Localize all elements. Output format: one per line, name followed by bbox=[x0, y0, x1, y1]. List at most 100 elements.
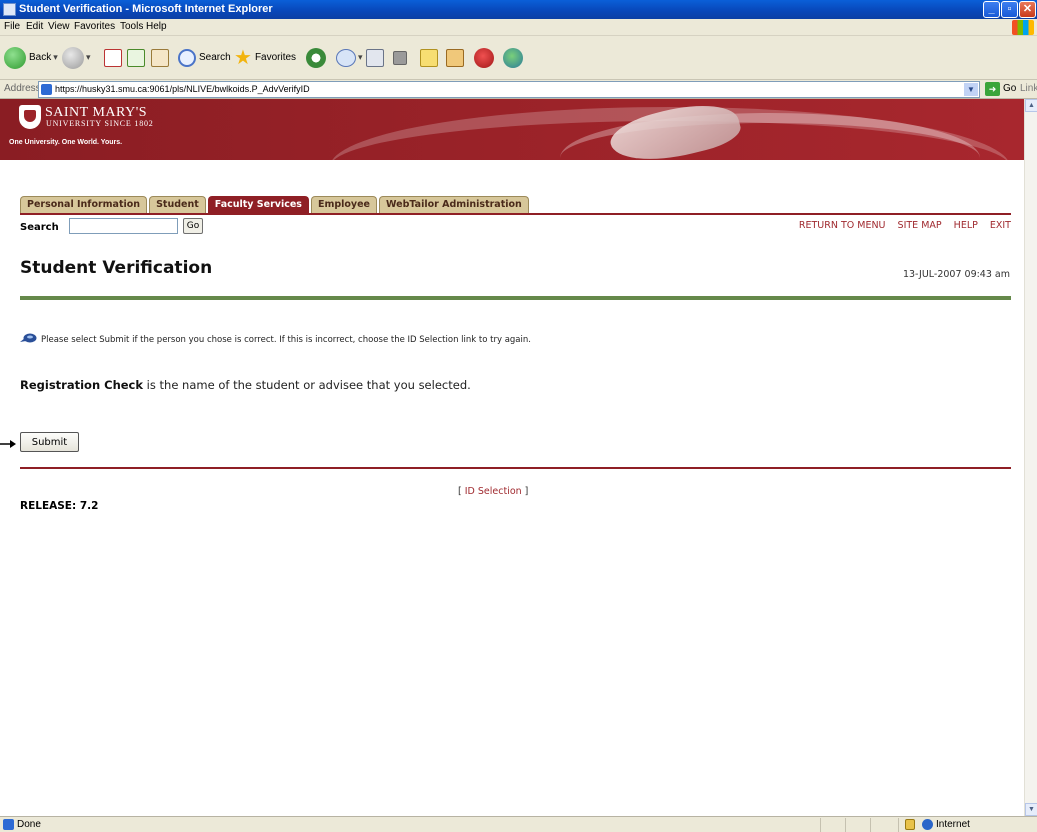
page-title: Student Verification bbox=[20, 258, 213, 278]
bracket-close: ] bbox=[521, 486, 529, 497]
ie-app-icon bbox=[3, 3, 16, 16]
site-map-link[interactable]: SITE MAP bbox=[898, 220, 942, 231]
status-divider bbox=[870, 818, 871, 832]
forward-dropdown-icon[interactable]: ▾ bbox=[86, 52, 91, 63]
tab-employee[interactable]: Employee bbox=[310, 196, 378, 213]
people-button[interactable] bbox=[503, 47, 523, 68]
forward-button[interactable]: ▾ bbox=[62, 46, 91, 69]
selected-student-line: Registration Check is the name of the st… bbox=[20, 378, 471, 392]
address-url[interactable]: https://husky31.smu.ca:9061/pls/NLIVE/bw… bbox=[55, 84, 310, 94]
window-title: Student Verification - Microsoft Interne… bbox=[19, 3, 273, 15]
mail-dropdown-icon[interactable]: ▾ bbox=[358, 52, 363, 63]
selected-student-name: Registration Check bbox=[20, 378, 144, 392]
menu-view[interactable]: View bbox=[48, 21, 70, 32]
menu-help[interactable]: Help bbox=[146, 21, 167, 32]
favorites-label: Favorites bbox=[254, 52, 297, 63]
research-icon bbox=[446, 48, 464, 67]
security-zone-label: Internet bbox=[936, 819, 970, 830]
submit-button[interactable]: Submit bbox=[20, 432, 79, 452]
print-button[interactable] bbox=[366, 48, 384, 67]
address-label: Address bbox=[4, 83, 41, 94]
mail-icon bbox=[336, 48, 356, 67]
exit-link[interactable]: EXIT bbox=[990, 220, 1011, 231]
messenger-button[interactable] bbox=[474, 47, 494, 68]
tab-student[interactable]: Student bbox=[149, 196, 206, 213]
menu-edit[interactable]: Edit bbox=[26, 21, 43, 32]
search-go-button[interactable]: Go bbox=[183, 218, 203, 234]
links-button[interactable]: Links bbox=[1020, 83, 1037, 94]
back-button[interactable]: Back ▾ bbox=[4, 46, 58, 69]
people-icon bbox=[503, 47, 523, 68]
search-label: Search bbox=[20, 222, 59, 233]
search-toolbar-label: Search bbox=[199, 52, 231, 63]
page-timestamp: 13-JUL-2007 09:43 am bbox=[902, 269, 1010, 280]
main-tabs: Personal Information Student Faculty Ser… bbox=[20, 196, 531, 213]
status-divider bbox=[845, 818, 846, 832]
release-label: RELEASE: 7.2 bbox=[20, 500, 99, 512]
selected-student-text: is the name of the student or advisee th… bbox=[143, 378, 471, 392]
history-button[interactable] bbox=[306, 47, 326, 68]
university-subtitle: UNIVERSITY SINCE 1802 bbox=[46, 119, 154, 128]
forward-arrow-icon bbox=[62, 46, 84, 69]
research-button[interactable] bbox=[446, 48, 464, 67]
tab-personal-information[interactable]: Personal Information bbox=[20, 196, 148, 213]
status-divider bbox=[898, 818, 899, 832]
footer-divider bbox=[20, 467, 1011, 469]
tab-webtailor-administration[interactable]: WebTailor Administration bbox=[379, 196, 529, 213]
refresh-button[interactable] bbox=[127, 48, 145, 67]
stop-icon bbox=[104, 48, 122, 67]
help-link[interactable]: HELP bbox=[954, 220, 978, 231]
internet-zone-icon bbox=[922, 819, 933, 830]
menu-bar: File Edit View Favorites Tools Help bbox=[0, 19, 1037, 36]
page-viewport: SAINT MARY'S UNIVERSITY SINCE 1802 One U… bbox=[0, 99, 1024, 816]
discuss-icon bbox=[420, 48, 438, 67]
printer-icon bbox=[366, 48, 384, 67]
scroll-down-icon[interactable]: ▼ bbox=[1025, 803, 1037, 816]
info-message: Please select Submit if the person you c… bbox=[41, 335, 531, 345]
scroll-up-icon[interactable]: ▲ bbox=[1025, 99, 1037, 112]
window-title-bar: Student Verification - Microsoft Interne… bbox=[0, 0, 1037, 19]
id-selection-link[interactable]: ID Selection bbox=[465, 486, 522, 497]
address-input[interactable]: https://husky31.smu.ca:9061/pls/NLIVE/bw… bbox=[38, 81, 980, 98]
minimize-button[interactable]: _ bbox=[983, 1, 1000, 18]
messenger-icon bbox=[474, 47, 494, 68]
maximize-button[interactable]: ▫ bbox=[1001, 1, 1018, 18]
home-button[interactable] bbox=[151, 48, 169, 67]
favorites-button[interactable]: ★ Favorites bbox=[234, 48, 296, 68]
mail-button[interactable]: ▾ bbox=[336, 48, 363, 67]
search-input[interactable] bbox=[69, 218, 178, 234]
university-crest-icon bbox=[19, 105, 41, 129]
page-icon bbox=[41, 84, 52, 95]
close-button[interactable]: ✕ bbox=[1019, 1, 1036, 18]
edit-icon bbox=[393, 50, 407, 65]
back-label: Back bbox=[29, 52, 52, 63]
star-icon: ★ bbox=[234, 46, 252, 69]
vertical-scrollbar[interactable]: ▲ ▼ bbox=[1024, 99, 1037, 816]
search-toolbar-button[interactable]: Search bbox=[178, 48, 231, 67]
discuss-button[interactable] bbox=[420, 48, 438, 67]
status-divider bbox=[820, 818, 821, 832]
title-divider bbox=[20, 296, 1011, 300]
address-dropdown-icon[interactable]: ▼ bbox=[964, 83, 978, 96]
back-dropdown-icon[interactable]: ▾ bbox=[53, 52, 58, 63]
edit-button[interactable] bbox=[393, 50, 407, 65]
go-arrow-icon[interactable]: ➜ bbox=[985, 82, 1000, 96]
menu-tools[interactable]: Tools bbox=[120, 21, 143, 32]
magnifier-icon bbox=[178, 48, 196, 67]
tab-underline bbox=[20, 213, 1011, 215]
stop-button[interactable] bbox=[104, 48, 122, 67]
home-icon bbox=[151, 48, 169, 67]
browser-toolbar: Back ▾ ▾ Search ★ Favorites ▾ bbox=[0, 36, 1037, 80]
return-to-menu-link[interactable]: RETURN TO MENU bbox=[799, 220, 886, 231]
windows-logo-icon bbox=[1012, 20, 1034, 35]
menu-file[interactable]: File bbox=[4, 21, 20, 32]
menu-favorites[interactable]: Favorites bbox=[74, 21, 115, 32]
university-banner: SAINT MARY'S UNIVERSITY SINCE 1802 One U… bbox=[0, 99, 1024, 160]
address-go-button[interactable]: Go bbox=[1003, 83, 1016, 94]
page-done-icon bbox=[3, 819, 14, 830]
address-bar: Address https://husky31.smu.ca:9061/pls/… bbox=[0, 80, 1037, 99]
top-links: RETURN TO MENU SITE MAP HELP EXIT bbox=[790, 220, 1011, 231]
ssl-lock-icon[interactable] bbox=[905, 819, 915, 830]
refresh-icon bbox=[127, 48, 145, 67]
tab-faculty-services[interactable]: Faculty Services bbox=[207, 196, 309, 213]
